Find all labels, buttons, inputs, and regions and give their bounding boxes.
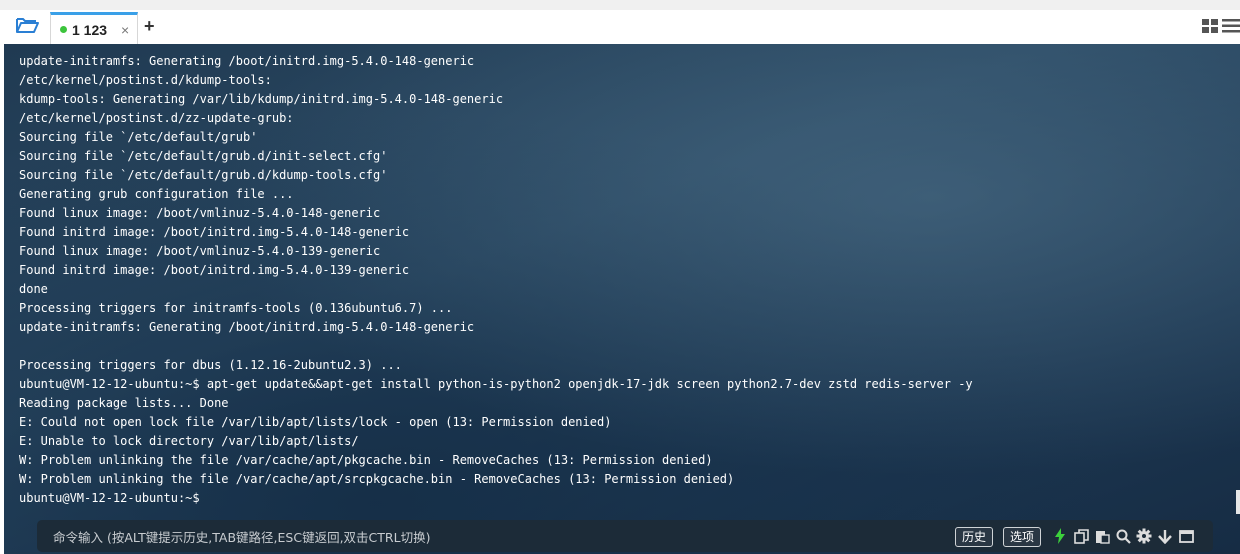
terminal-line: E: Unable to lock directory /var/lib/apt… bbox=[19, 434, 359, 448]
hamburger-menu-icon[interactable] bbox=[1222, 18, 1240, 37]
search-icon[interactable] bbox=[1114, 526, 1132, 546]
terminal-line: Sourcing file `/etc/default/grub.d/kdump… bbox=[19, 168, 388, 182]
terminal-panel[interactable]: update-initramfs: Generating /boot/initr… bbox=[4, 44, 1240, 554]
history-button[interactable]: 历史 bbox=[955, 527, 994, 547]
tab-bar: 1 123 × + bbox=[0, 0, 1240, 44]
tab-label: 1 123 bbox=[72, 21, 108, 38]
terminal-line: kdump-tools: Generating /var/lib/kdump/i… bbox=[19, 92, 504, 106]
terminal-line: Sourcing file `/etc/default/grub' bbox=[19, 130, 258, 144]
title-strip bbox=[0, 0, 1240, 10]
terminal-line: /etc/kernel/postinst.d/zz-update-grub: bbox=[19, 111, 294, 125]
command-bar: 命令输入 (按ALT键提示历史,TAB键路径,ESC键返回,双击CTRL切换) … bbox=[37, 520, 1213, 552]
terminal-line: E: Could not open lock file /var/lib/apt… bbox=[19, 415, 612, 429]
terminal-line: ubuntu@VM-12-12-ubuntu:~$ apt-get update… bbox=[19, 377, 973, 391]
scrollbar-thumb[interactable] bbox=[1236, 490, 1240, 514]
tab-session[interactable]: 1 123 × bbox=[50, 12, 138, 44]
terminal-line: done bbox=[19, 282, 48, 296]
terminal-line: Processing triggers for initramfs-tools … bbox=[19, 301, 453, 315]
terminal-line: Found initrd image: /boot/initrd.img-5.4… bbox=[19, 225, 410, 239]
terminal-output: update-initramfs: Generating /boot/initr… bbox=[19, 52, 1220, 508]
terminal-line: W: Problem unlinking the file /var/cache… bbox=[19, 453, 713, 467]
gear-icon[interactable] bbox=[1135, 526, 1153, 546]
download-arrow-icon[interactable] bbox=[1156, 526, 1174, 546]
connection-status-dot bbox=[60, 26, 67, 33]
terminal-line: Sourcing file `/etc/default/grub.d/init-… bbox=[19, 149, 388, 163]
open-folder-button[interactable] bbox=[10, 12, 44, 42]
terminal-line: Generating grub configuration file ... bbox=[19, 187, 294, 201]
options-button[interactable]: 选项 bbox=[1003, 527, 1042, 547]
window-tools bbox=[1202, 18, 1240, 37]
command-input[interactable]: 命令输入 (按ALT键提示历史,TAB键路径,ESC键返回,双击CTRL切换) bbox=[53, 527, 430, 546]
maximize-icon[interactable] bbox=[1177, 526, 1195, 546]
terminal-line: Reading package lists... Done bbox=[19, 396, 229, 410]
folder-open-icon bbox=[15, 15, 39, 39]
grid-layout-icon[interactable] bbox=[1202, 18, 1218, 37]
close-icon[interactable]: × bbox=[121, 22, 129, 38]
terminal-line: update-initramfs: Generating /boot/initr… bbox=[19, 54, 475, 68]
terminal-line: update-initramfs: Generating /boot/initr… bbox=[19, 320, 475, 334]
paste-icon[interactable] bbox=[1093, 526, 1111, 546]
lightning-icon[interactable] bbox=[1051, 526, 1069, 546]
command-bar-tools bbox=[1051, 526, 1195, 546]
add-tab-button[interactable]: + bbox=[144, 14, 158, 38]
terminal-line: /etc/kernel/postinst.d/kdump-tools: bbox=[19, 73, 272, 87]
terminal-line: Found initrd image: /boot/initrd.img-5.4… bbox=[19, 263, 410, 277]
copy-icon[interactable] bbox=[1072, 526, 1090, 546]
terminal-line: Found linux image: /boot/vmlinuz-5.4.0-1… bbox=[19, 206, 381, 220]
terminal-line: W: Problem unlinking the file /var/cache… bbox=[19, 472, 735, 486]
terminal-line: Processing triggers for dbus (1.12.16-2u… bbox=[19, 358, 402, 372]
terminal-line: Found linux image: /boot/vmlinuz-5.4.0-1… bbox=[19, 244, 381, 258]
terminal-line: ubuntu@VM-12-12-ubuntu:~$ bbox=[19, 491, 200, 505]
